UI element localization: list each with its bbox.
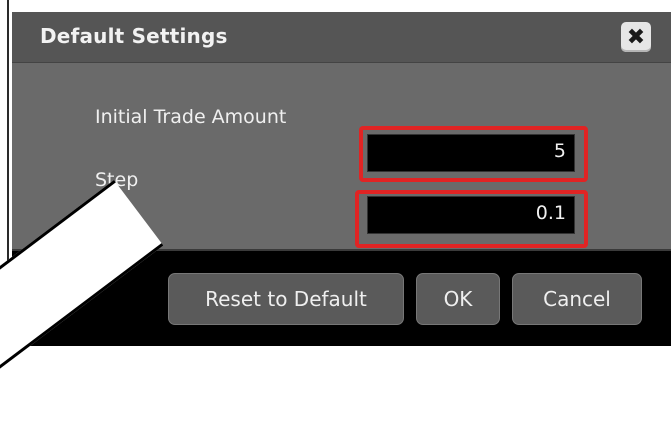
initial-trade-amount-input[interactable]: 5 (367, 134, 575, 172)
reset-default-button[interactable]: Reset to Default (168, 273, 404, 325)
ok-button[interactable]: OK (416, 273, 500, 325)
dialog-titlebar[interactable]: Default Settings (12, 12, 671, 63)
step-input[interactable]: 0.1 (367, 196, 575, 234)
close-icon[interactable]: ✖ (621, 22, 651, 52)
cancel-button[interactable]: Cancel (512, 273, 642, 325)
dialog-title: Default Settings (40, 24, 228, 48)
initial-trade-amount-label: Initial Trade Amount (95, 106, 287, 128)
